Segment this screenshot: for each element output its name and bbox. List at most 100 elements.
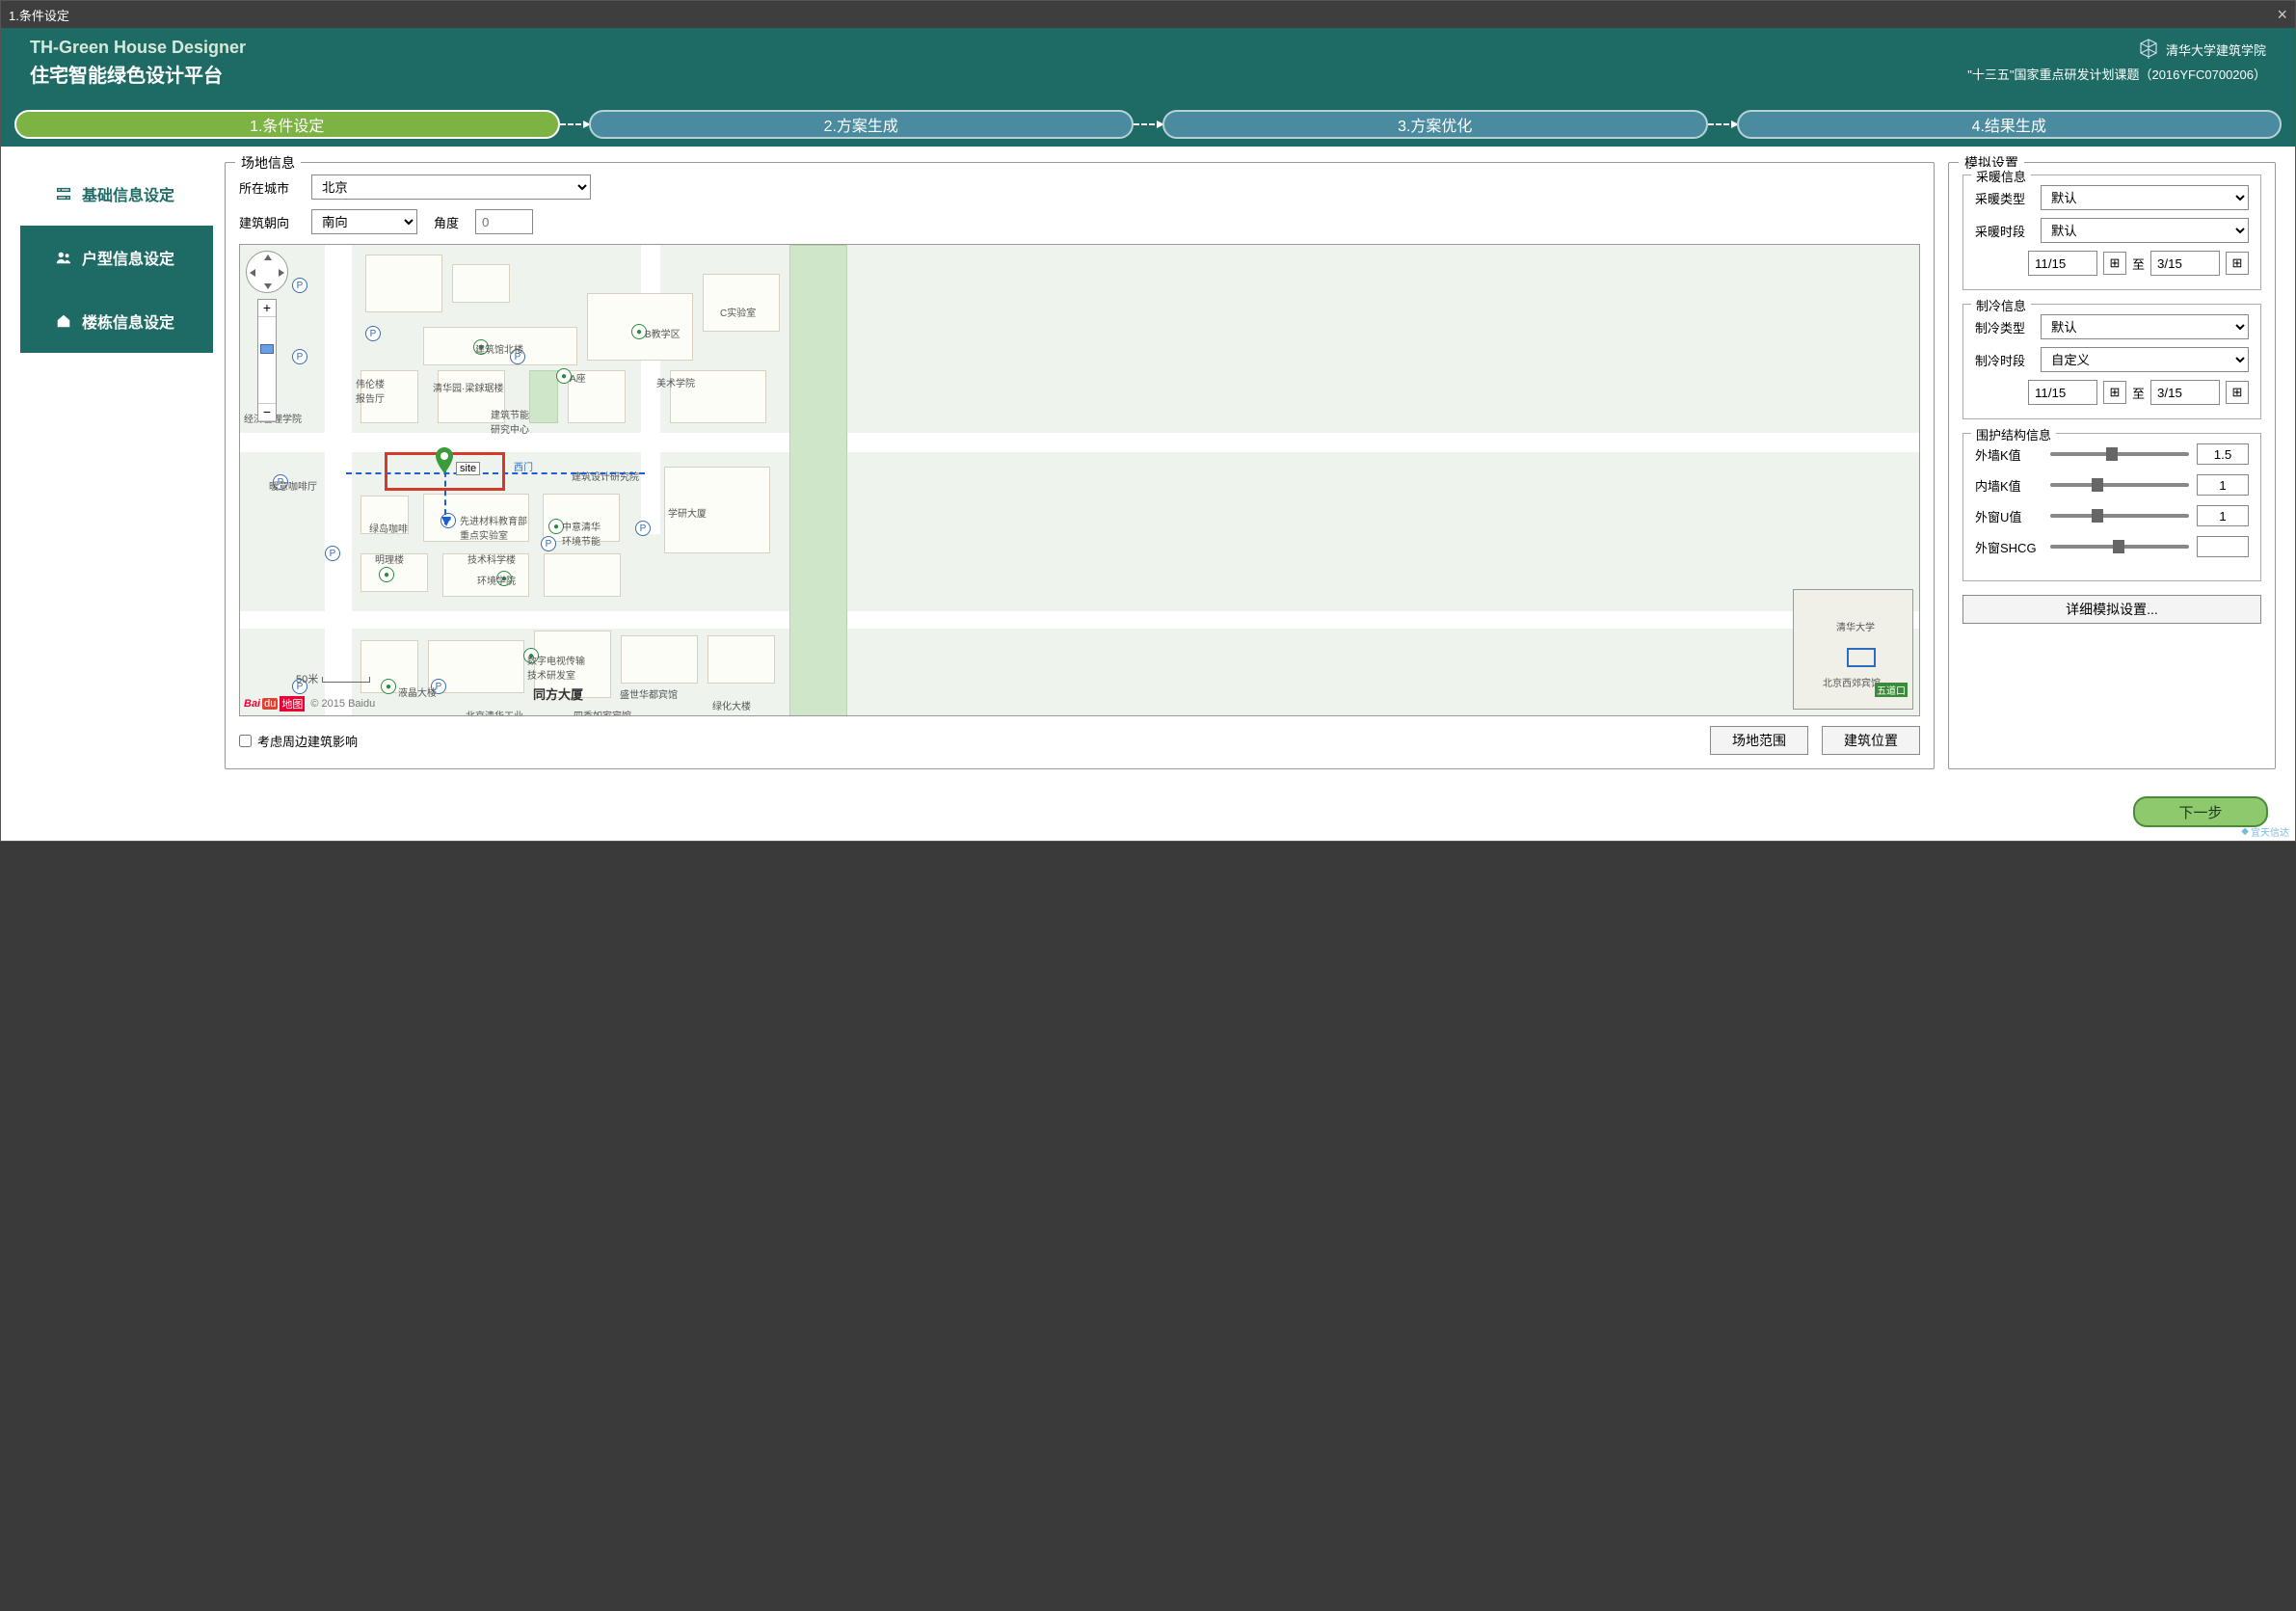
city-label: 所在城市	[239, 178, 302, 197]
map-label: A座	[570, 370, 586, 385]
building-position-button[interactable]: 建筑位置	[1822, 726, 1920, 755]
orientation-label: 建筑朝向	[239, 213, 302, 231]
sidebar-item-basic[interactable]: 基础信息设定	[20, 162, 213, 226]
calendar-icon[interactable]: ⊞	[2226, 381, 2249, 404]
detail-sim-button[interactable]: 详细模拟设置...	[1962, 595, 2261, 624]
cool-type-label: 制冷类型	[1975, 318, 2033, 336]
map-label: 盛世华都宾馆	[620, 686, 678, 701]
map[interactable]: P P P P P P P P P P P ● ● ● ●	[239, 244, 1920, 716]
map-label: 绿岛咖啡	[369, 521, 408, 535]
cool-period-label: 制冷时段	[1975, 351, 2033, 369]
sidebar-item-building[interactable]: 楼栋信息设定	[20, 289, 213, 353]
step-arrow-icon	[1708, 123, 1737, 125]
u-win-slider[interactable]	[2050, 514, 2189, 518]
settings-icon	[55, 185, 72, 202]
step-arrow-icon	[560, 123, 589, 125]
heat-end-input[interactable]	[2150, 251, 2220, 276]
cube-icon	[2137, 38, 2160, 61]
scale-bar: 50米	[296, 671, 370, 686]
site-extent-button[interactable]: 场地范围	[1710, 726, 1808, 755]
titlebar: 1.条件设定 ×	[1, 1, 2295, 28]
step-1[interactable]: 1.条件设定	[14, 110, 560, 139]
map-label: 北京清华工业	[466, 708, 523, 716]
step-nav: 1.条件设定 2.方案生成 3.方案优化 4.结果生成	[1, 110, 2295, 147]
pan-control[interactable]	[246, 251, 288, 293]
k-int-slider[interactable]	[2050, 483, 2189, 487]
angle-label: 角度	[427, 213, 466, 231]
map-label: 液晶大楼	[398, 685, 437, 699]
u-win-value[interactable]	[2197, 505, 2249, 526]
site-legend: 场地信息	[235, 153, 301, 173]
heat-period-label: 采暖时段	[1975, 222, 2033, 240]
map-label: 数字电视传输 技术研发室	[527, 653, 585, 682]
calendar-icon[interactable]: ⊞	[2103, 252, 2126, 275]
shgc-slider[interactable]	[2050, 545, 2189, 549]
cool-end-input[interactable]	[2150, 380, 2220, 405]
k-int-value[interactable]	[2197, 474, 2249, 496]
step-3[interactable]: 3.方案优化	[1162, 110, 1708, 139]
map-label: 四季如家宾馆	[574, 708, 631, 716]
map-label: 中意清华 环境节能	[562, 519, 601, 548]
angle-input[interactable]	[475, 209, 533, 234]
project-code: "十三五"国家重点研发计划课题（2016YFC0700206）	[1967, 65, 2266, 83]
map-label: 暖意咖啡厅	[269, 478, 317, 493]
k-ext-slider[interactable]	[2050, 452, 2189, 456]
map-label: 学研大厦	[668, 505, 707, 520]
home-icon	[55, 312, 72, 330]
step-4[interactable]: 4.结果生成	[1737, 110, 2283, 139]
heat-period-select[interactable]: 默认	[2041, 218, 2249, 243]
orientation-select[interactable]: 南向	[311, 209, 417, 234]
heat-type-select[interactable]: 默认	[2041, 185, 2249, 210]
cooling-group: 制冷信息 制冷类型默认 制冷时段自定义 ⊞ 至 ⊞	[1962, 304, 2261, 419]
city-select[interactable]: 北京	[311, 175, 591, 200]
step-2[interactable]: 2.方案生成	[589, 110, 1135, 139]
heat-start-input[interactable]	[2028, 251, 2097, 276]
sidebar-item-unit[interactable]: 户型信息设定	[20, 226, 213, 289]
heat-type-label: 采暖类型	[1975, 189, 2033, 207]
zoom-in-icon[interactable]: +	[258, 300, 276, 317]
app-title-en: TH-Green House Designer	[30, 38, 246, 58]
simulation-panel: 模拟设置 采暖信息 采暖类型默认 采暖时段默认 ⊞ 至 ⊞ 制冷信息 制冷	[1948, 162, 2276, 769]
site-panel: 场地信息 所在城市 北京 建筑朝向 南向 角度	[225, 162, 1935, 769]
site-pin-icon[interactable]	[435, 447, 454, 474]
poi-icon: ●	[381, 679, 396, 694]
calendar-icon[interactable]: ⊞	[2103, 381, 2126, 404]
parking-icon: P	[541, 536, 556, 551]
app-title-zh: 住宅智能绿色设计平台	[30, 60, 246, 88]
map-label: B教学区	[645, 326, 681, 340]
shgc-label: 外窗SHCG	[1975, 538, 2042, 556]
people-icon	[55, 249, 72, 266]
baidu-logo: Baidu地图© 2015 Baidu	[244, 696, 375, 712]
calendar-icon[interactable]: ⊞	[2226, 252, 2249, 275]
map-controls: +−	[246, 251, 288, 422]
to-label: 至	[2132, 255, 2145, 273]
zoom-slider[interactable]	[258, 317, 276, 404]
sidebar-item-label: 基础信息设定	[82, 182, 174, 205]
parking-icon: P	[325, 546, 340, 561]
parking-icon: P	[292, 278, 307, 293]
cool-period-select[interactable]: 自定义	[2041, 347, 2249, 372]
cool-type-select[interactable]: 默认	[2041, 314, 2249, 339]
zoom-out-icon[interactable]: −	[258, 404, 276, 421]
checkbox[interactable]	[239, 735, 252, 747]
header: TH-Green House Designer 住宅智能绿色设计平台 清华大学建…	[1, 28, 2295, 110]
map-label: 北京西郊宾馆	[1823, 675, 1881, 689]
u-win-label: 外窗U值	[1975, 507, 2042, 525]
close-icon[interactable]: ×	[2277, 5, 2287, 25]
shgc-value[interactable]	[2197, 536, 2249, 557]
consider-surroundings-check[interactable]: 考虑周边建筑影响	[239, 732, 1696, 750]
next-button[interactable]: 下一步	[2133, 796, 2268, 827]
map-label: 建筑设计研究院	[572, 469, 639, 483]
map-label: 建筑节能 研究中心	[491, 407, 529, 436]
map-label: 先进材料教育部 重点实验室	[460, 513, 527, 542]
watermark: ◆宜天信达	[2241, 824, 2289, 839]
cool-start-input[interactable]	[2028, 380, 2097, 405]
k-ext-value[interactable]	[2197, 443, 2249, 465]
sidebar: 基础信息设定 户型信息设定 楼栋信息设定	[20, 162, 213, 353]
k-ext-label: 外墙K值	[1975, 445, 2042, 464]
zoom-control[interactable]: +−	[257, 299, 277, 422]
viewport-indicator	[1847, 648, 1876, 667]
minimap[interactable]: 清华大学 北京西郊宾馆 五道口	[1793, 589, 1913, 710]
map-label: 同方大厦	[533, 685, 583, 703]
sidebar-item-label: 户型信息设定	[82, 246, 174, 269]
